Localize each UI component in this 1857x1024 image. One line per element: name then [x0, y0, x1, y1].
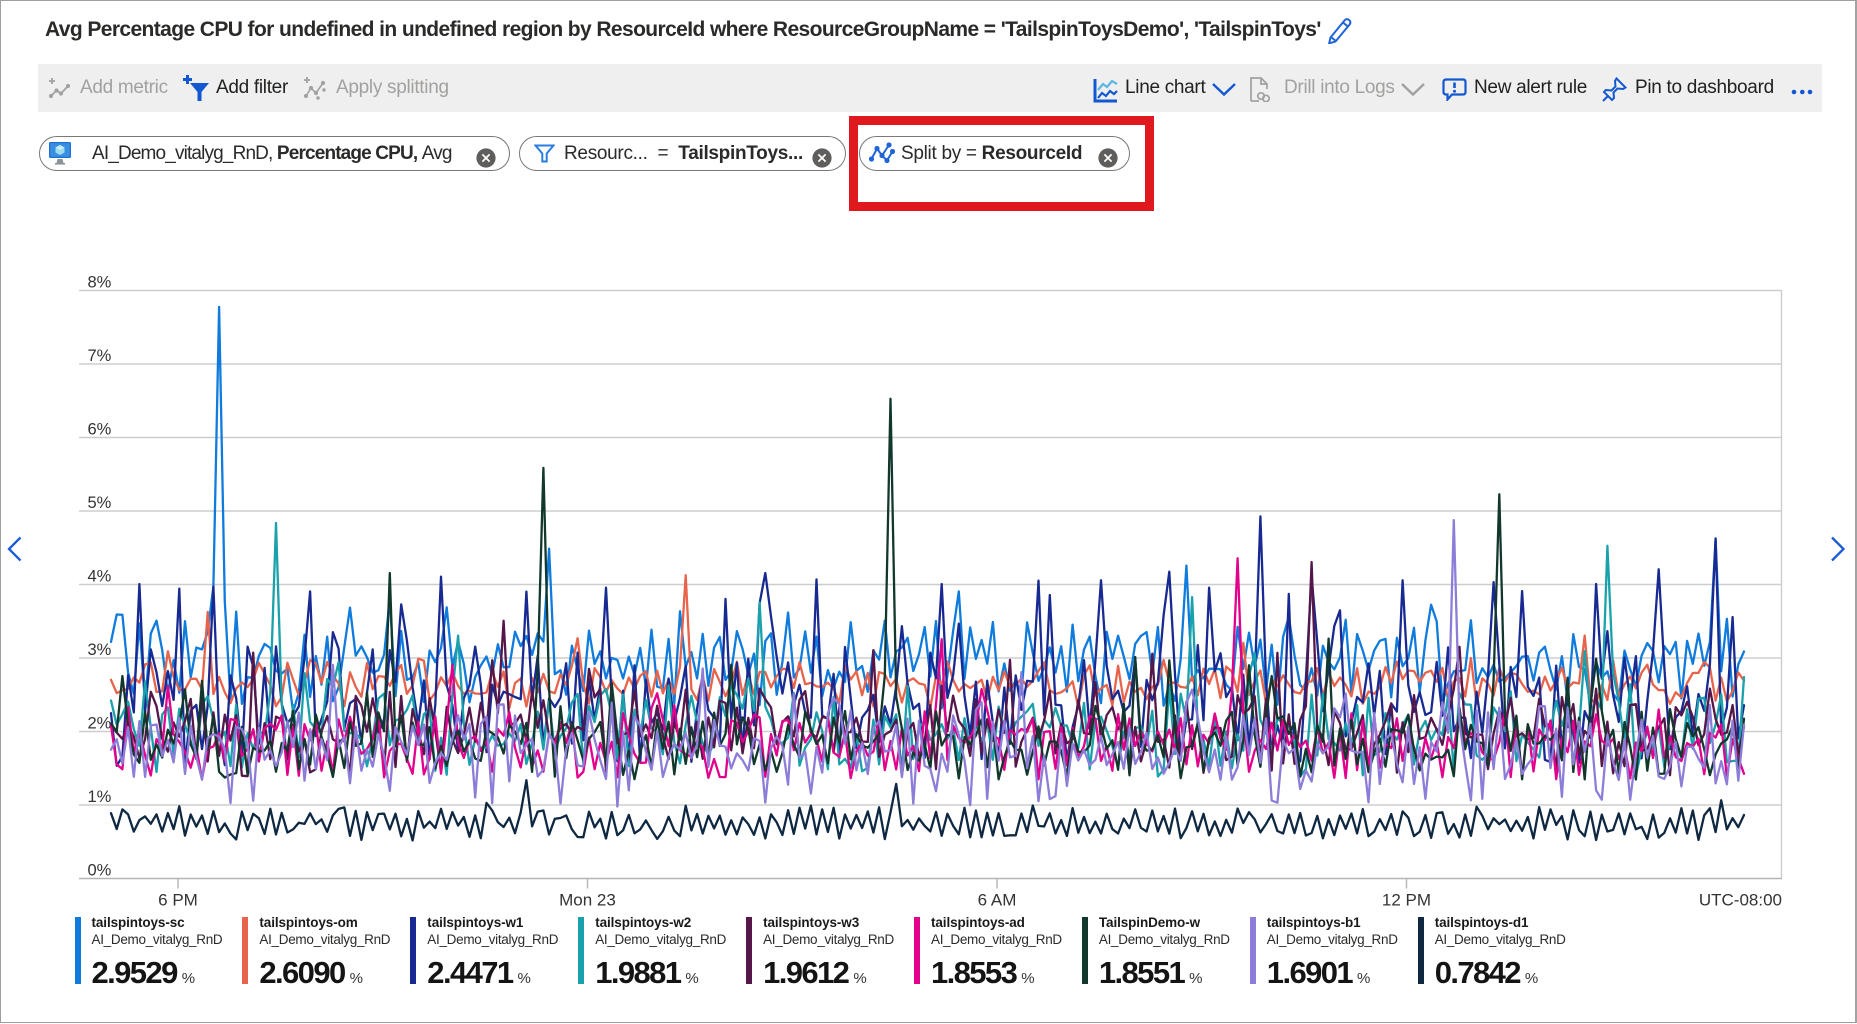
svg-text:UTC-08:00: UTC-08:00 [1699, 891, 1782, 910]
svg-text:5%: 5% [88, 494, 112, 512]
svg-text:6 PM: 6 PM [158, 891, 198, 910]
svg-text:3%: 3% [88, 641, 112, 659]
svg-text:12 PM: 12 PM [1382, 891, 1431, 910]
svg-text:6%: 6% [88, 421, 112, 439]
svg-text:2%: 2% [88, 715, 112, 733]
svg-text:4%: 4% [88, 568, 112, 586]
svg-text:8%: 8% [88, 274, 112, 292]
svg-text:Mon 23: Mon 23 [559, 891, 616, 910]
svg-text:7%: 7% [88, 347, 112, 365]
svg-text:0%: 0% [88, 862, 112, 880]
svg-text:6 AM: 6 AM [978, 891, 1017, 910]
svg-text:1%: 1% [88, 788, 112, 806]
